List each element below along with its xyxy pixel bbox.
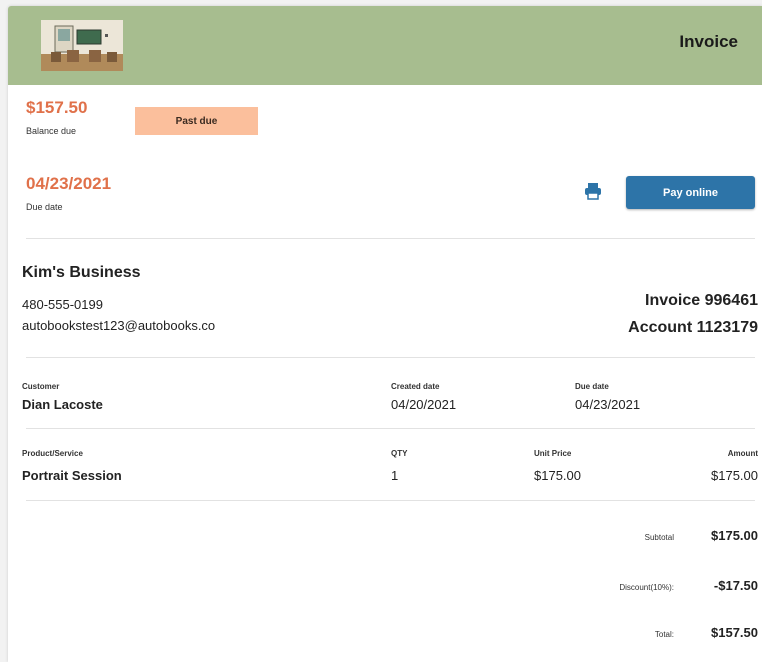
printer-icon[interactable] <box>584 182 602 200</box>
created-date-label: Created date <box>391 382 440 391</box>
invoice-card: Invoice $157.50 Balance due Past due 04/… <box>8 6 762 662</box>
divider <box>26 500 755 501</box>
business-phone: 480-555-0199 <box>22 297 103 312</box>
created-date-value: 04/20/2021 <box>391 397 457 412</box>
pay-online-button[interactable]: Pay online <box>626 176 755 209</box>
subtotal-label: Subtotal <box>644 533 674 542</box>
due-date-label: Due date <box>26 202 63 212</box>
business-name: Kim's Business <box>22 264 141 281</box>
line-item-amount: $175.00 <box>711 468 758 483</box>
invoice-number: Invoice 996461 <box>645 292 758 309</box>
qty-header: QTY <box>391 449 408 458</box>
amount-header: Amount <box>727 449 758 458</box>
discount-value: -$17.50 <box>713 578 758 593</box>
product-header: Product/Service <box>22 449 83 458</box>
divider <box>26 238 755 239</box>
business-logo <box>41 20 123 71</box>
line-item-unit-price: $175.00 <box>534 468 581 483</box>
customer-due-date-label: Due date <box>575 382 609 391</box>
balance-label: Balance due <box>26 126 77 136</box>
business-email: autobookstest123@autobooks.co <box>22 318 216 333</box>
customer-label: Customer <box>22 382 60 391</box>
unit-price-header: Unit Price <box>534 449 572 458</box>
account-number: Account 1123179 <box>628 319 758 336</box>
due-date-value: 04/23/2021 <box>26 174 112 193</box>
status-badge: Past due <box>135 107 258 135</box>
divider <box>26 428 755 429</box>
customer-due-date-value: 04/23/2021 <box>575 397 641 412</box>
total-label: Total: <box>654 630 674 639</box>
divider <box>26 357 755 358</box>
balance-amount: $157.50 <box>26 98 88 117</box>
discount-label: Discount(10%): <box>619 583 674 592</box>
invoice-header: Invoice <box>8 6 762 85</box>
customer-name: Dian Lacoste <box>22 397 103 412</box>
total-value: $157.50 <box>711 625 758 640</box>
subtotal-value: $175.00 <box>711 528 758 543</box>
line-item-product: Portrait Session <box>22 468 122 483</box>
line-item-qty: 1 <box>391 468 399 483</box>
page-title: Invoice <box>679 32 738 51</box>
